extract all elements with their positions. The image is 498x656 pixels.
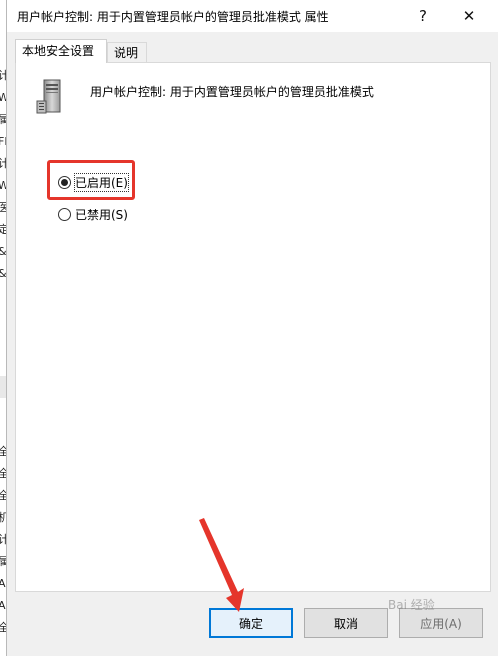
tab-panel: 用户帐户控制: 用于内置管理员帐户的管理员批准模式 已启用(E) 已禁用(S) — [15, 62, 491, 592]
radio-label-disabled[interactable]: 已禁用(S) — [75, 206, 128, 223]
close-icon: ✕ — [462, 7, 476, 25]
policy-description: 用户帐户控制: 用于内置管理员帐户的管理员批准模式 — [90, 85, 374, 99]
radio-button-selected[interactable] — [58, 176, 71, 189]
close-button[interactable]: ✕ — [447, 0, 491, 32]
tab-local-security-setting[interactable]: 本地安全设置 — [15, 39, 107, 63]
radio-label-enabled[interactable]: 已启用(E) — [74, 173, 129, 192]
help-button[interactable]: ? — [401, 0, 445, 32]
tab-label: 本地安全设置 — [22, 44, 95, 58]
cancel-button[interactable]: 取消 — [304, 608, 388, 638]
properties-dialog: 用户帐户控制: 用于内置管理员帐户的管理员批准模式 属性 ? ✕ 本地安全设置 … — [6, 0, 498, 656]
radio-button[interactable] — [58, 208, 71, 221]
watermark: Bai 经验 — [388, 598, 435, 612]
title-bar[interactable]: 用户帐户控制: 用于内置管理员帐户的管理员批准模式 属性 ? ✕ — [7, 0, 498, 32]
radio-enabled[interactable]: 已启用(E) — [58, 173, 129, 192]
tab-explain[interactable]: 说明 — [107, 42, 147, 62]
help-icon: ? — [419, 7, 427, 25]
radio-disabled[interactable]: 已禁用(S) — [58, 206, 128, 223]
tab-label: 说明 — [114, 46, 139, 60]
server-icon — [36, 79, 61, 114]
ok-button[interactable]: 确定 — [209, 608, 293, 638]
window-title: 用户帐户控制: 用于内置管理员帐户的管理员批准模式 属性 — [17, 10, 329, 24]
